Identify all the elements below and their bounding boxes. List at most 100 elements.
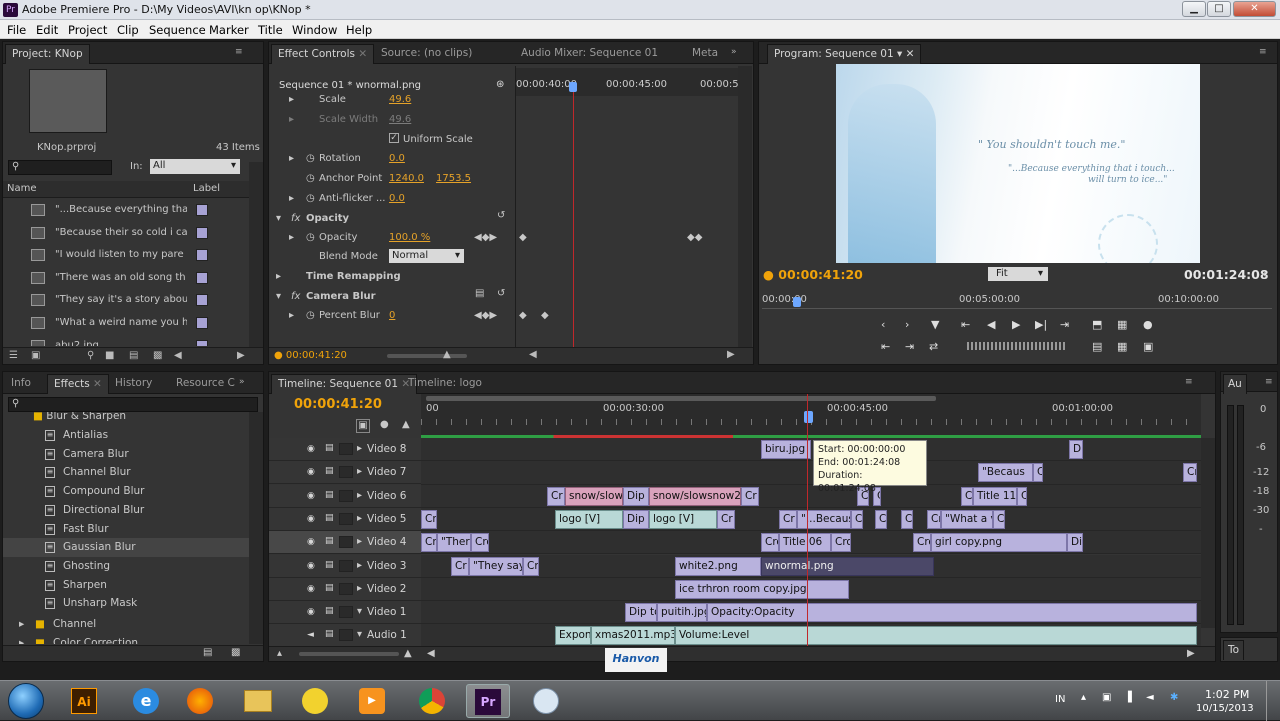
tab-info[interactable]: Info [5, 374, 37, 394]
prop-scale-value[interactable]: 49.6 [389, 94, 411, 105]
timeline-clip[interactable]: Cr [451, 556, 469, 576]
program-time-ruler[interactable]: 00:00:00 00:05:00:00 00:10:00:00 [762, 291, 1272, 309]
prop-percent-blur-value[interactable]: 0 [389, 310, 395, 321]
lift-icon[interactable]: ⬒ [1092, 318, 1102, 331]
step-back-icon[interactable]: ◀ [987, 318, 995, 331]
effects-scrollbar[interactable] [249, 412, 263, 644]
taskbar-explorer[interactable] [236, 684, 280, 718]
settings-icon[interactable]: ▤ [475, 288, 484, 299]
stopwatch-icon[interactable]: ◷ [306, 153, 315, 164]
menu-edit[interactable]: Edit [36, 23, 58, 37]
track-header-video-6[interactable]: ◉ ▤ ▸ Video 6 [269, 484, 421, 508]
track-header-video-5[interactable]: ◉ ▤ ▸ Video 5 [269, 507, 421, 531]
jog-shuttle[interactable] [967, 342, 1067, 350]
stopwatch-icon[interactable]: ◷ [306, 232, 315, 243]
timeline-clip[interactable]: Cr [1033, 463, 1043, 483]
stopwatch-icon[interactable]: ◷ [306, 173, 315, 184]
ec-scrollbar[interactable] [738, 66, 752, 351]
timeline-current-time[interactable]: 00:00:41:20 [294, 397, 382, 412]
expand-icon[interactable]: ▸ [357, 536, 362, 547]
ec-current-time[interactable]: ● 00:00:41:20 [274, 350, 347, 361]
label-color-swatch[interactable] [196, 339, 208, 346]
close-icon[interactable]: ✕ [93, 378, 102, 390]
effects-search-input[interactable]: ⚲ [8, 397, 258, 412]
project-list-item[interactable]: "What a weird name you h [3, 313, 249, 336]
zoom-in-icon[interactable]: ▲ [404, 648, 412, 659]
mark-in-icon[interactable]: ‹ [881, 318, 885, 331]
blend-mode-select[interactable]: Normal ▾ [389, 249, 464, 263]
mark-out-icon[interactable]: › [905, 318, 909, 331]
tl-playhead-handle[interactable] [804, 411, 813, 423]
timeline-clip[interactable]: Expon [555, 626, 591, 646]
timeline-clip[interactable]: Title 06 [779, 533, 831, 553]
keyframe-icon[interactable]: ◆ [519, 310, 527, 321]
effect-item[interactable]: ≡ Antialias [3, 426, 249, 445]
menu-help[interactable]: Help [346, 23, 372, 37]
find-icon[interactable]: ⚲ [87, 350, 94, 361]
track-header-audio-1[interactable]: ◄ ▤ ▾ Audio 1 [269, 624, 421, 648]
tab-program[interactable]: Program: Sequence 01 ▾ ✕ [767, 44, 922, 64]
play-in-to-out-icon[interactable]: ⇄ [929, 340, 938, 353]
stopwatch-icon[interactable]: ◷ [306, 310, 315, 321]
taskbar-chrome[interactable] [410, 684, 454, 718]
pm-playhead-handle[interactable] [793, 297, 801, 307]
tab-timeline-logo[interactable]: Timeline: logo [402, 374, 488, 394]
timeline-clip[interactable]: Cr [421, 509, 437, 529]
sync-lock-icon[interactable]: ▤ [325, 606, 334, 616]
timeline-clip[interactable]: Cro [471, 533, 489, 553]
lock-icon[interactable] [339, 443, 353, 455]
fx-icon[interactable]: fx [291, 291, 300, 302]
close-icon[interactable]: ✕ [358, 48, 367, 60]
label-color-swatch[interactable] [196, 249, 208, 262]
eye-icon[interactable]: ◉ [307, 537, 315, 547]
in-select[interactable]: All ▾ [150, 159, 240, 174]
go-to-in-icon[interactable]: ⇤ [961, 318, 970, 331]
project-list-item[interactable]: "They say it's a story abou [3, 290, 249, 313]
show-desktop-button[interactable] [1266, 681, 1280, 721]
expand-icon[interactable]: ▾ [357, 606, 362, 617]
ec-timeline-ruler[interactable]: 00:00:40:00 00:00:45:00 00:00:5 [516, 68, 739, 96]
timeline-clip[interactable]: C [875, 509, 887, 529]
expand-icon[interactable]: ▸ [357, 490, 362, 501]
sync-lock-icon[interactable]: ▤ [325, 443, 334, 453]
track-lane[interactable] [421, 438, 1201, 462]
lock-icon[interactable] [339, 582, 353, 595]
settings-icon[interactable]: ‹ [1262, 269, 1266, 280]
zoom-in-icon[interactable]: ▲ [443, 349, 451, 360]
expand-icon[interactable]: ▸ [357, 443, 362, 454]
timeline-clip[interactable]: Cro [913, 533, 931, 553]
timeline-clip[interactable]: C [961, 486, 973, 506]
timeline-clip[interactable]: wnormal.png [761, 556, 934, 576]
timeline-clip[interactable]: Cro [421, 533, 437, 553]
timeline-clip[interactable]: Dip t [623, 486, 649, 506]
col-label[interactable]: Label [193, 183, 220, 194]
close-button[interactable]: ✕ [1233, 1, 1276, 17]
eye-icon[interactable]: ◉ [307, 561, 315, 571]
new-bin-icon[interactable]: ▤ [203, 647, 212, 658]
menu-marker[interactable]: Marker [209, 23, 249, 37]
project-search-input[interactable]: ⚲ [8, 160, 112, 175]
output-icon[interactable]: ▣ [1143, 340, 1153, 353]
expand-icon[interactable]: ▸ [357, 560, 362, 571]
timeline-scrollbar[interactable] [1201, 438, 1215, 628]
label-color-swatch[interactable] [196, 226, 208, 239]
lock-icon[interactable] [339, 466, 353, 479]
effect-folder[interactable]: ▸ ■ Channel [3, 615, 249, 634]
panel-menu-icon[interactable]: » [239, 377, 245, 387]
sync-lock-icon[interactable]: ▤ [325, 583, 334, 593]
label-color-swatch[interactable] [196, 204, 208, 216]
track-header-video-7[interactable]: ◉ ▤ ▸ Video 7 [269, 461, 421, 485]
tab-history[interactable]: History [109, 374, 158, 394]
zoom-out-icon[interactable]: ▴ [277, 648, 282, 659]
tab-effects[interactable]: Effects ✕ [47, 374, 109, 394]
timeline-clip[interactable]: Opacity:Opacity [707, 603, 1197, 623]
eye-icon[interactable]: ◉ [307, 584, 315, 594]
timeline-clip[interactable]: Dip [1067, 533, 1083, 553]
keyframe-icon[interactable]: ◆ [541, 310, 549, 321]
track-header-video-1[interactable]: ◉ ▤ ▾ Video 1 [269, 601, 421, 625]
taskbar-app-duck[interactable] [293, 684, 337, 718]
tab-project[interactable]: Project: KNop [5, 44, 90, 64]
timeline-clip[interactable]: Dip t [623, 509, 649, 529]
new-item-icon[interactable]: ▤ [129, 350, 138, 361]
network-icon[interactable]: ▐ [1124, 692, 1132, 703]
